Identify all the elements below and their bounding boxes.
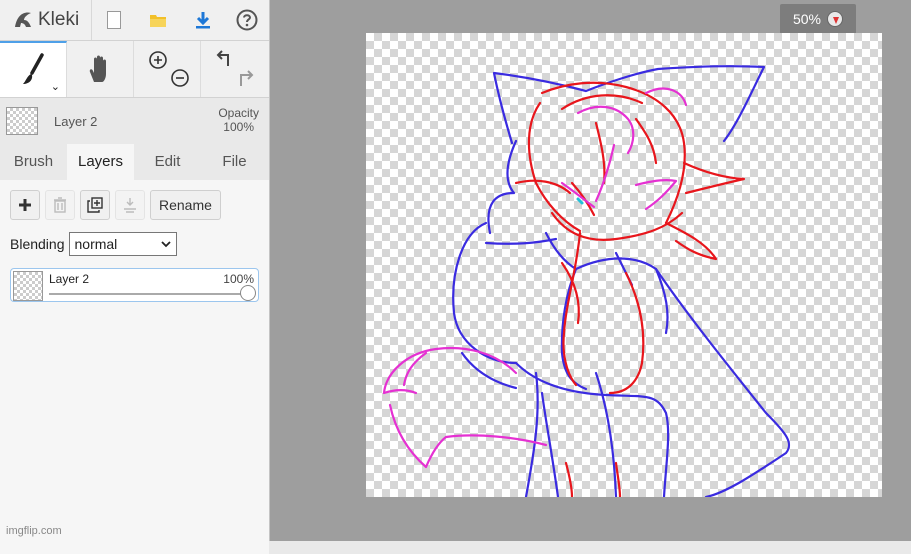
app-name: Kleki <box>38 9 80 30</box>
opacity-label: Opacity <box>218 106 259 120</box>
blending-label: Blending <box>10 236 65 252</box>
download-icon <box>195 12 210 29</box>
open-folder-icon <box>150 15 167 27</box>
new-file-icon <box>107 11 122 29</box>
tab-brush[interactable]: Brush <box>0 144 67 180</box>
merge-down-icon <box>124 198 136 213</box>
zoom-out-icon[interactable] <box>170 68 190 88</box>
layers-panel: Rename Blending normal Layer 2 100% <box>0 180 269 554</box>
cyan-accent <box>576 197 584 205</box>
zoom-buttons <box>134 41 201 97</box>
current-layer-name: Layer 2 <box>54 113 98 129</box>
zoom-value: 50% <box>792 11 822 27</box>
layer-opacity-slider-handle[interactable] <box>240 285 256 301</box>
opacity-value: 100% <box>223 120 254 134</box>
blue-strokes <box>452 65 791 497</box>
kleki-logo-icon <box>15 12 31 27</box>
canvas-workspace[interactable]: 50% <box>270 0 911 541</box>
rename-layer-button[interactable]: Rename <box>150 190 221 220</box>
layer-name: Layer 2 <box>49 272 90 286</box>
tab-bar: Brush Layers Edit File <box>0 144 269 180</box>
current-layer-info: Layer 2 Opacity 100% <box>0 98 269 144</box>
pink-strokes <box>382 87 688 469</box>
duplicate-icon <box>87 197 103 213</box>
drawing-canvas[interactable] <box>366 33 882 497</box>
zoom-in-icon[interactable] <box>148 50 168 70</box>
save-button[interactable] <box>181 0 225 40</box>
undo-icon[interactable] <box>214 50 236 70</box>
compass-icon[interactable] <box>827 11 844 27</box>
add-layer-button[interactable] <box>10 190 40 220</box>
layer-opacity: 100% <box>223 272 254 286</box>
sketch-drawing <box>382 65 791 497</box>
blending-row: Blending normal <box>0 220 269 256</box>
open-file-button[interactable] <box>136 0 180 40</box>
tab-file[interactable]: File <box>201 144 268 180</box>
blending-value: normal <box>74 236 118 252</box>
brush-icon <box>23 53 44 84</box>
current-layer-opacity: Opacity 100% <box>218 106 259 134</box>
chevron-down-icon[interactable]: ⌄ <box>51 80 60 93</box>
current-layer-thumbnail <box>6 107 38 135</box>
blending-select[interactable]: normal <box>68 232 177 256</box>
duplicate-layer-button[interactable] <box>80 190 110 220</box>
zoom-indicator[interactable]: 50% <box>780 4 856 34</box>
chevron-down-icon <box>160 241 171 248</box>
merge-down-button[interactable] <box>115 190 145 220</box>
top-toolbar: Kleki <box>0 0 269 41</box>
layer-opacity-slider[interactable] <box>49 293 244 295</box>
help-icon <box>236 9 258 31</box>
tool-row: ⌄ <box>0 41 269 98</box>
layer-list-item[interactable]: Layer 2 100% <box>10 268 259 302</box>
help-button[interactable] <box>225 0 269 40</box>
trash-icon <box>54 197 66 213</box>
layer-actions: Rename <box>0 190 269 220</box>
tab-layers[interactable]: Layers <box>67 144 134 180</box>
tab-edit[interactable]: Edit <box>134 144 201 180</box>
hand-tool-button[interactable] <box>67 41 134 97</box>
hand-icon <box>89 55 106 82</box>
undo-redo-buttons <box>201 41 268 97</box>
watermark: imgflip.com <box>6 525 62 537</box>
sidebar: Kleki ⌄ Layer 2 Opacity 100% Brush Layer… <box>0 0 270 554</box>
new-file-button[interactable] <box>92 0 136 40</box>
brush-tool-button[interactable]: ⌄ <box>0 41 67 97</box>
plus-icon <box>19 199 31 211</box>
delete-layer-button[interactable] <box>45 190 75 220</box>
kleki-logo: Kleki <box>0 0 92 40</box>
red-strokes <box>514 81 746 497</box>
layer-thumbnail <box>13 271 43 301</box>
redo-icon[interactable] <box>235 68 257 88</box>
